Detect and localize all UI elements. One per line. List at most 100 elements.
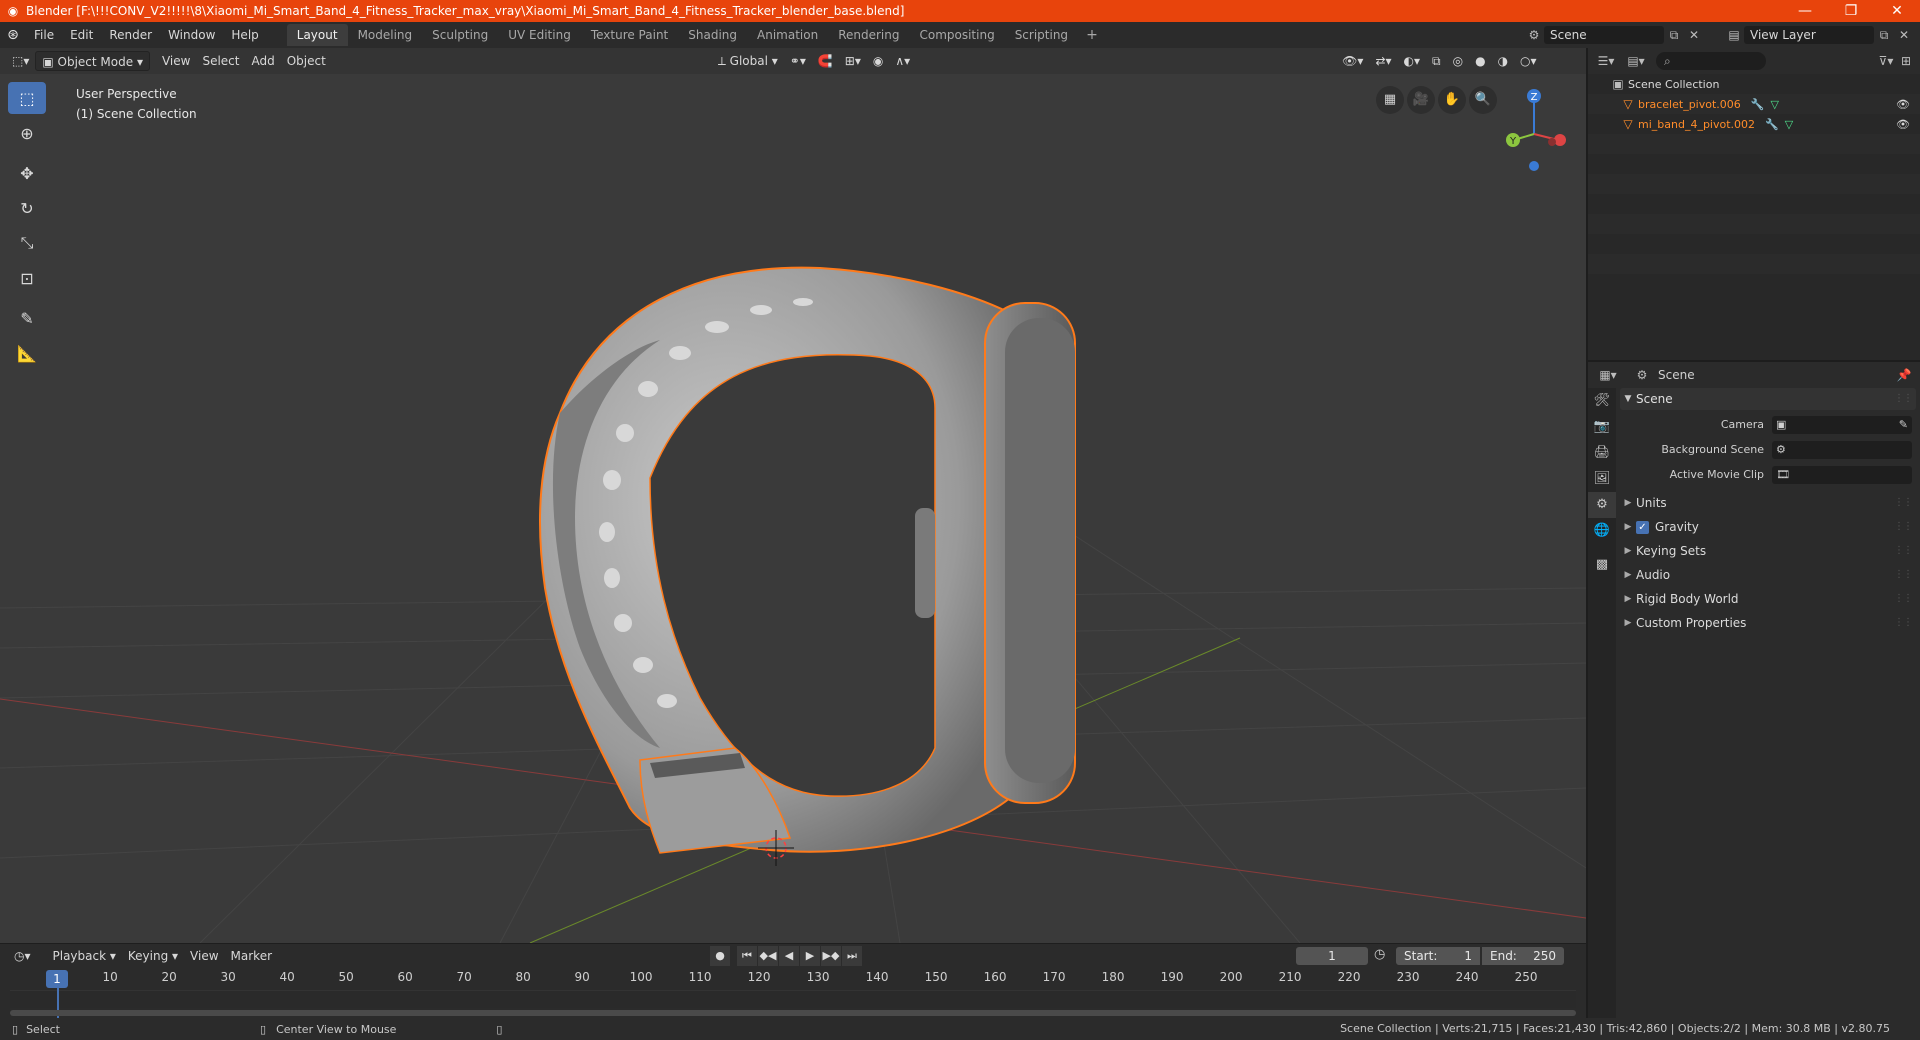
play-reverse-icon[interactable]: ◀ <box>779 946 799 966</box>
menu-edit[interactable]: Edit <box>62 22 101 48</box>
menu-keying[interactable]: Keying ▾ <box>122 946 184 966</box>
tab-sculpting[interactable]: Sculpting <box>422 24 498 46</box>
outliner-search-input[interactable]: ⌕ <box>1656 52 1766 70</box>
drag-handle-icon[interactable]: ⋮⋮ <box>1894 491 1913 515</box>
menu-select[interactable]: Select <box>196 51 245 71</box>
rendered-shading-icon[interactable]: ○▾ <box>1514 51 1543 71</box>
scene-panel-header[interactable]: ▼ Scene ⋮⋮ <box>1620 388 1916 410</box>
modifier-wrench-icon[interactable]: 🔧 <box>1765 118 1779 131</box>
scene-icon[interactable]: ⚙ <box>1524 28 1544 42</box>
background-scene-field[interactable]: ⚙ <box>1772 440 1912 459</box>
xray-icon[interactable]: ⧉ <box>1426 51 1447 71</box>
scale-tool-icon[interactable]: ⤡ <box>8 227 46 259</box>
drag-handle-icon[interactable]: ⋮⋮ <box>1894 515 1913 539</box>
drag-handle-icon[interactable]: ⋮⋮ <box>1894 563 1913 587</box>
keying-sets-panel[interactable]: ▶ Keying Sets ⋮⋮ <box>1620 539 1916 563</box>
tab-uv-editing[interactable]: UV Editing <box>498 24 581 46</box>
drag-handle-icon[interactable]: ⋮⋮ <box>1894 611 1913 635</box>
outliner-row-scene-collection[interactable]: ▣ Scene Collection <box>1588 74 1920 94</box>
blender-logo-icon[interactable]: ⊛ <box>0 27 26 43</box>
tab-compositing[interactable]: Compositing <box>909 24 1004 46</box>
mesh-data-icon[interactable]: ▽ <box>1785 118 1793 131</box>
outliner-editor-icon[interactable]: ☰▾ <box>1596 54 1616 68</box>
frame-ruler[interactable]: 1 10 20 30 40 50 60 70 80 90 100 110 120 130 140 150 16… <box>0 970 1586 988</box>
custom-properties-panel[interactable]: ▶ Custom Properties ⋮⋮ <box>1620 611 1916 635</box>
minimize-button[interactable]: — <box>1782 0 1828 22</box>
scene-tab-icon[interactable]: ⚙ <box>1588 492 1616 518</box>
rigid-body-world-panel[interactable]: ▶ Rigid Body World ⋮⋮ <box>1620 587 1916 611</box>
current-frame-field[interactable]: 1 <box>1296 947 1368 965</box>
menu-file[interactable]: File <box>26 22 62 48</box>
view-layer-icon[interactable]: ▤ <box>1724 28 1744 42</box>
tab-rendering[interactable]: Rendering <box>828 24 909 46</box>
remove-scene-icon[interactable]: ✕ <box>1684 28 1704 42</box>
tab-animation[interactable]: Animation <box>747 24 828 46</box>
remove-layer-icon[interactable]: ✕ <box>1894 28 1914 42</box>
modifier-wrench-icon[interactable]: 🔧 <box>1751 98 1765 111</box>
camera-field[interactable]: ▣ ✎ <box>1772 415 1912 434</box>
navigation-gizmo[interactable]: Z Y <box>1494 84 1574 174</box>
measure-tool-icon[interactable]: 📐 <box>8 337 46 369</box>
menu-render[interactable]: Render <box>101 22 160 48</box>
filter-icon[interactable]: ⊽▾ <box>1876 54 1896 68</box>
menu-marker[interactable]: Marker <box>225 946 278 966</box>
end-frame-field[interactable]: End: 250 <box>1482 947 1564 965</box>
world-tab-icon[interactable]: 🌐 <box>1588 518 1616 544</box>
audio-panel[interactable]: ▶ Audio ⋮⋮ <box>1620 563 1916 587</box>
tab-shading[interactable]: Shading <box>678 24 747 46</box>
snap-icon[interactable]: 🧲 <box>812 51 839 71</box>
solid-shading-icon[interactable]: ● <box>1469 51 1491 71</box>
menu-object[interactable]: Object <box>281 51 332 71</box>
toggle-perspective-icon[interactable]: ▦ <box>1376 86 1404 114</box>
transform-orientation-dropdown[interactable]: ⟂ Global ▾ <box>712 51 784 71</box>
outliner-row-bracelet[interactable]: ▽ bracelet_pivot.006 🔧 ▽ 👁 <box>1588 94 1920 114</box>
view-layer-tab-icon[interactable]: 🖼 <box>1588 466 1616 492</box>
copy-layer-icon[interactable]: ⧉ <box>1874 28 1894 43</box>
jump-start-icon[interactable]: ⏮ <box>737 946 757 966</box>
record-icon[interactable]: ● <box>710 946 730 966</box>
menu-playback[interactable]: Playback ▾ <box>47 946 122 966</box>
units-panel[interactable]: ▶ Units ⋮⋮ <box>1620 491 1916 515</box>
pin-icon[interactable]: 📌 <box>1894 368 1914 382</box>
timeline-scrollbar[interactable] <box>10 1010 1576 1016</box>
material-shading-icon[interactable]: ◑ <box>1492 51 1514 71</box>
texture-tab-icon[interactable]: ▩ <box>1588 552 1616 578</box>
visibility-eye-icon[interactable]: 👁 <box>1896 98 1910 111</box>
render-tab-icon[interactable]: 📷 <box>1588 414 1616 440</box>
properties-editor-icon[interactable]: ▦▾ <box>1598 368 1618 382</box>
tab-scripting[interactable]: Scripting <box>1005 24 1078 46</box>
tab-layout[interactable]: Layout <box>286 24 348 46</box>
pivot-point-icon[interactable]: ⚭▾ <box>784 51 812 71</box>
falloff-icon[interactable]: ∧▾ <box>889 51 916 71</box>
drag-handle-icon[interactable]: ⋮⋮ <box>1894 587 1913 611</box>
play-icon[interactable]: ▶ <box>800 946 820 966</box>
zoom-view-icon[interactable]: 🔍 <box>1469 86 1497 114</box>
gizmo-toggle-icon[interactable]: ⇄▾ <box>1369 51 1397 71</box>
snap-target-icon[interactable]: ⊞▾ <box>839 51 867 71</box>
rotate-tool-icon[interactable]: ↻ <box>8 192 46 224</box>
new-collection-icon[interactable]: ⊞ <box>1896 54 1916 68</box>
output-tab-icon[interactable]: 🖨 <box>1588 440 1616 466</box>
add-workspace-button[interactable]: + <box>1078 27 1106 43</box>
visibility-eye-icon[interactable]: 👁 <box>1896 118 1910 131</box>
move-tool-icon[interactable]: ✥ <box>8 157 46 189</box>
menu-add[interactable]: Add <box>245 51 280 71</box>
overlay-toggle-icon[interactable]: ◐▾ <box>1398 51 1427 71</box>
menu-help[interactable]: Help <box>223 22 266 48</box>
scene-name-field[interactable]: Scene <box>1544 26 1664 44</box>
view-layer-field[interactable]: View Layer <box>1744 26 1874 44</box>
select-box-tool-icon[interactable]: ⬚ <box>8 82 46 114</box>
timeline-track[interactable] <box>10 990 1576 1008</box>
menu-window[interactable]: Window <box>160 22 223 48</box>
mesh-data-icon[interactable]: ▽ <box>1770 98 1778 111</box>
display-mode-icon[interactable]: ▤▾ <box>1626 54 1646 68</box>
maximize-button[interactable]: ❐ <box>1828 0 1874 22</box>
visibility-icon[interactable]: 👁▾ <box>1336 51 1369 71</box>
prev-keyframe-icon[interactable]: ◆◀ <box>758 946 778 966</box>
tool-tab-icon[interactable]: 🛠 <box>1588 388 1616 414</box>
object-mode-dropdown[interactable]: ▣ Object Mode ▾ <box>35 51 150 71</box>
tab-texture-paint[interactable]: Texture Paint <box>581 24 678 46</box>
copy-scene-icon[interactable]: ⧉ <box>1664 28 1684 43</box>
jump-end-icon[interactable]: ⏭ <box>842 946 862 966</box>
pan-view-icon[interactable]: ✋ <box>1438 86 1466 114</box>
